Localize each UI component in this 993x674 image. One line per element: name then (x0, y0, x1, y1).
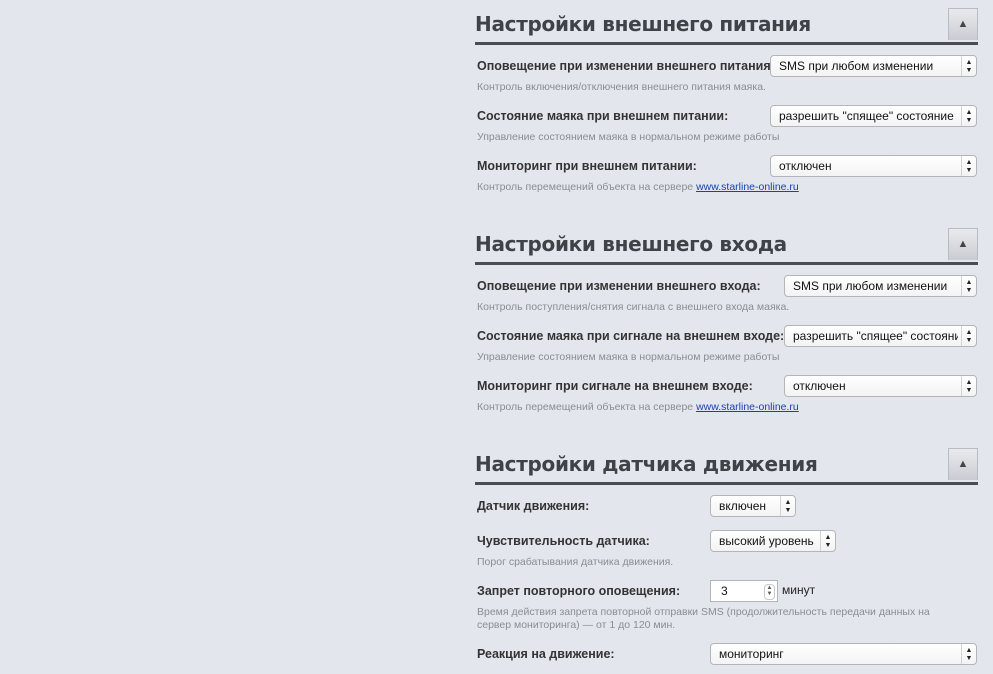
select-value: разрешить "спящее" состояние (793, 329, 958, 343)
field-label: Мониторинг при внешнем питании: (477, 159, 697, 173)
select-value: мониторинг (719, 647, 784, 661)
field-label: Оповещение при изменении внешнего входа: (477, 279, 761, 293)
field-label: Состояние маяка при внешнем питании: (477, 109, 729, 123)
input-value: 3 (721, 584, 728, 598)
field-label: Датчик движения: (477, 499, 590, 513)
field-label: Мониторинг при сигнале на внешнем входе: (477, 379, 753, 393)
field-label: Состояние маяка при сигнале на внешнем в… (477, 329, 785, 343)
field-label: Запрет повторного оповещения: (477, 584, 681, 598)
section-header-power: Настройки внешнего питания ▲ (475, 8, 978, 45)
motion-sensor-select[interactable]: включен ▲ ▼ (710, 495, 796, 517)
chevron-up-icon: ▲ (957, 238, 969, 250)
select-arrows-icon: ▲ ▼ (961, 56, 976, 76)
select-arrows-icon: ▲ ▼ (961, 376, 976, 396)
reaction-select[interactable]: мониторинг ▲ ▼ (710, 643, 977, 665)
sensitivity-select[interactable]: высокий уровень ▲ ▼ (710, 530, 836, 552)
select-arrows-icon: ▲ ▼ (961, 326, 976, 346)
section-header-motion: Настройки датчика движения ▲ (475, 448, 978, 485)
collapse-button[interactable]: ▲ (948, 228, 978, 260)
field-label: Реакция на движение: (477, 647, 615, 661)
select-value: разрешить "спящее" состояние (779, 109, 954, 123)
select-value: SMS при любом изменении (779, 59, 934, 73)
starline-link[interactable]: www.starline-online.ru (696, 401, 799, 413)
select-value: отключен (793, 379, 846, 393)
power-monitoring-select[interactable]: отключен ▲ ▼ (770, 155, 977, 177)
section-title: Настройки внешнего входа (475, 232, 787, 256)
field-hint: Контроль поступления/снятия сигнала с вн… (477, 301, 790, 313)
unit-label: минут (782, 583, 816, 597)
field-hint: Управление состоянием маяка в нормальном… (477, 131, 780, 143)
input-monitoring-select[interactable]: отключен ▲ ▼ (784, 375, 977, 397)
chevron-up-icon: ▲ (957, 18, 969, 30)
field-label: Чувствительность датчика: (477, 534, 650, 548)
field-hint: сервер мониторинга) — от 1 до 120 мин. (477, 619, 676, 631)
stepper-icon[interactable]: ▲ ▼ (764, 584, 775, 600)
hint-text: Контроль перемещений объекта на сервере (477, 181, 694, 193)
select-arrows-icon: ▲ ▼ (961, 156, 976, 176)
chevron-up-icon: ▲ (957, 458, 969, 470)
select-arrows-icon: ▲ ▼ (780, 496, 795, 516)
field-hint: Управление состоянием маяка в нормальном… (477, 351, 780, 363)
section-title: Настройки внешнего питания (475, 12, 811, 36)
collapse-button[interactable]: ▲ (948, 448, 978, 480)
section-header-input: Настройки внешнего входа ▲ (475, 228, 978, 265)
hint-text: Контроль перемещений объекта на сервере (477, 401, 694, 413)
field-label: Оповещение при изменении внешнего питани… (477, 59, 775, 73)
field-hint: Порог срабатывания датчика движения. (477, 556, 674, 568)
select-arrows-icon: ▲ ▼ (961, 106, 976, 126)
starline-link[interactable]: www.starline-online.ru (696, 181, 799, 193)
repeat-block-input[interactable]: 3 ▲ ▼ (710, 580, 778, 602)
collapse-button[interactable]: ▲ (948, 8, 978, 40)
section-title: Настройки датчика движения (475, 452, 818, 476)
select-arrows-icon: ▲ ▼ (961, 276, 976, 296)
input-notification-select[interactable]: SMS при любом изменении ▲ ▼ (784, 275, 977, 297)
select-value: SMS при любом изменении (793, 279, 948, 293)
select-value: включен (719, 499, 767, 513)
select-arrows-icon: ▲ ▼ (961, 644, 976, 664)
input-state-select[interactable]: разрешить "спящее" состояние ▲ ▼ (784, 325, 977, 347)
field-hint: Контроль включения/отключения внешнего п… (477, 81, 766, 93)
field-hint: Контроль перемещений объекта на сервере … (477, 400, 799, 415)
select-value: высокий уровень (719, 534, 814, 548)
select-arrows-icon: ▲ ▼ (820, 531, 835, 551)
field-hint: Контроль перемещений объекта на сервере … (477, 180, 799, 195)
power-notification-select[interactable]: SMS при любом изменении ▲ ▼ (770, 55, 977, 77)
power-state-select[interactable]: разрешить "спящее" состояние ▲ ▼ (770, 105, 977, 127)
select-value: отключен (779, 159, 832, 173)
